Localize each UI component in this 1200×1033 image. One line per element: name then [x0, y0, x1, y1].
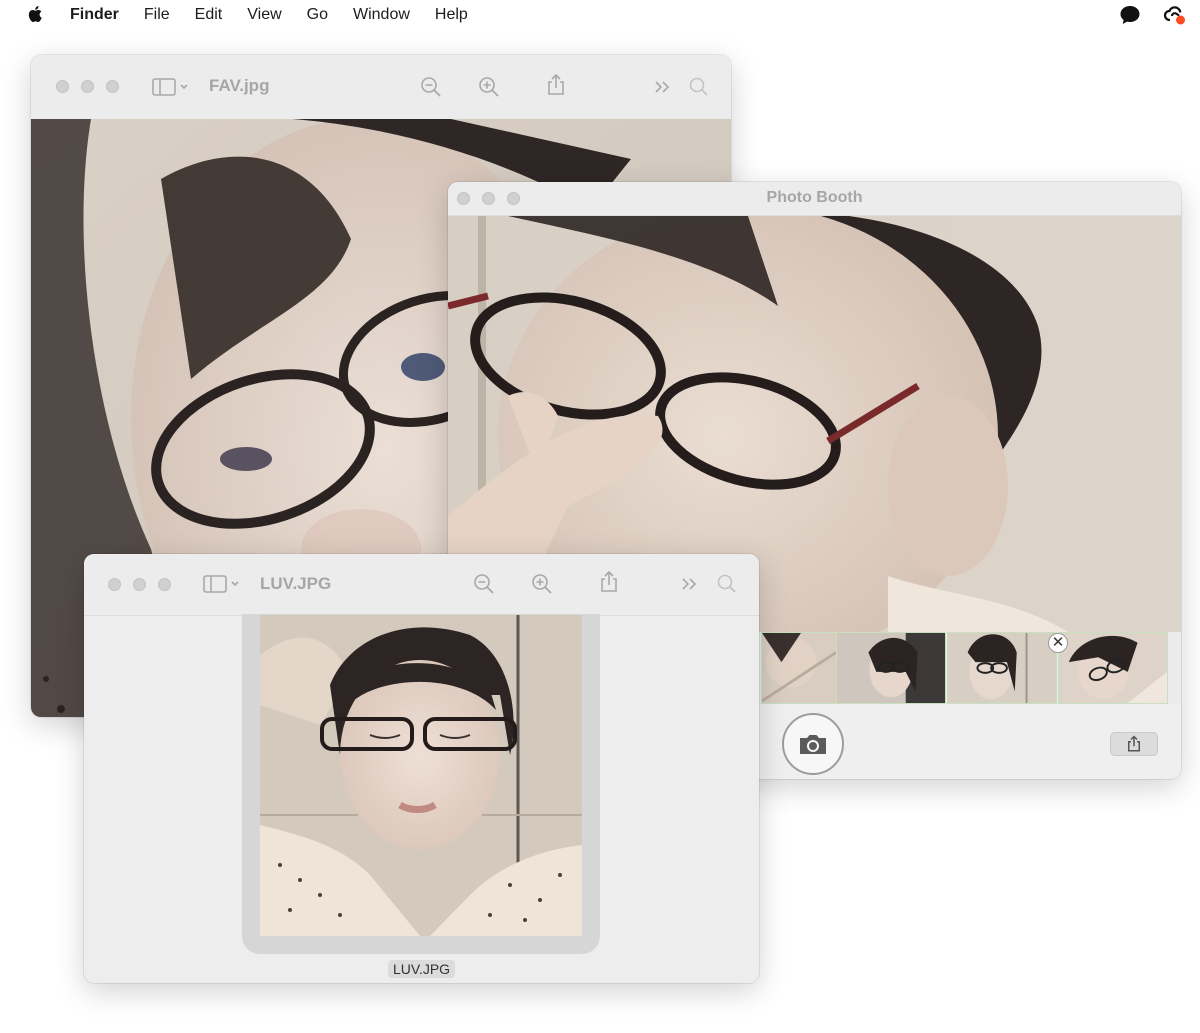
camera-icon — [800, 735, 826, 754]
photobooth-thumbnail[interactable] — [947, 632, 1057, 704]
share-icon[interactable] — [597, 570, 621, 594]
search-icon[interactable] — [715, 572, 739, 596]
photobooth-window-title: Photo Booth — [766, 189, 863, 206]
fav-window-title: FAV.jpg — [209, 76, 270, 95]
zoom-out-icon[interactable] — [472, 572, 496, 596]
search-icon[interactable] — [687, 75, 711, 99]
more-toolbar-icon[interactable] — [651, 75, 675, 99]
apple-menu-icon[interactable] — [26, 4, 46, 24]
close-window-button[interactable] — [56, 80, 69, 93]
zoom-window-button[interactable] — [158, 578, 171, 591]
messages-icon[interactable] — [1118, 3, 1142, 27]
photobooth-thumbnail[interactable] — [761, 632, 837, 704]
creative-cloud-icon[interactable] — [1162, 3, 1186, 27]
menu-go[interactable]: Go — [307, 6, 328, 24]
menu-edit[interactable]: Edit — [195, 6, 223, 24]
more-toolbar-icon[interactable] — [678, 572, 702, 596]
photobooth-titlebar[interactable]: Photo Booth — [448, 182, 1181, 216]
share-icon[interactable] — [544, 73, 568, 97]
fav-window-controls — [56, 80, 119, 93]
menu-file[interactable]: File — [144, 6, 170, 24]
menu-bar: Finder File Edit View Go Window Help — [0, 0, 1200, 30]
menu-view[interactable]: View — [247, 6, 281, 24]
photobooth-thumbnail[interactable] — [836, 632, 946, 704]
luv-photo-image[interactable] — [260, 615, 582, 936]
menu-window[interactable]: Window — [353, 6, 410, 24]
zoom-out-icon[interactable] — [419, 75, 443, 99]
menu-finder[interactable]: Finder — [70, 6, 119, 24]
share-icon — [1128, 735, 1140, 752]
sidebar-toggle-icon[interactable] — [202, 572, 246, 596]
zoom-in-icon[interactable] — [530, 572, 554, 596]
luv-window-controls — [108, 578, 171, 591]
photobooth-share-button[interactable] — [1110, 732, 1158, 756]
close-icon[interactable]: ✕ — [1048, 633, 1068, 653]
luv-titlebar[interactable]: LUV.JPG — [84, 554, 759, 616]
minimize-window-button[interactable] — [133, 578, 146, 591]
preview-window-luv[interactable]: LUV.JPG LUV.JPG — [84, 554, 759, 983]
sidebar-toggle-icon[interactable] — [151, 75, 195, 99]
fav-titlebar[interactable]: FAV.jpg — [31, 55, 731, 120]
menu-help[interactable]: Help — [435, 6, 468, 24]
close-window-button[interactable] — [108, 578, 121, 591]
minimize-window-button[interactable] — [81, 80, 94, 93]
photobooth-thumbnail[interactable] — [1058, 632, 1168, 704]
zoom-window-button[interactable] — [106, 80, 119, 93]
zoom-in-icon[interactable] — [477, 75, 501, 99]
luv-window-title: LUV.JPG — [260, 574, 332, 593]
file-name-label[interactable]: LUV.JPG — [388, 960, 456, 978]
camera-shutter-button[interactable] — [782, 713, 844, 775]
